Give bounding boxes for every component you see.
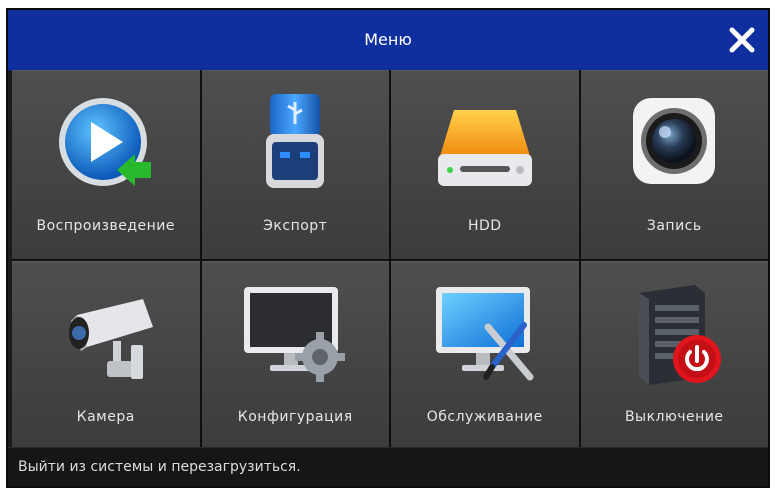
tile-export[interactable]: Экспорт <box>201 70 389 259</box>
monitor-gear-icon <box>240 281 350 391</box>
tile-label: Конфигурация <box>237 409 353 425</box>
window-title: Меню <box>364 30 412 49</box>
tile-shutdown[interactable]: Выключение <box>580 261 768 450</box>
menu-grid: Воспроизведение Экспорт HDD Запись Камер… <box>12 70 768 450</box>
tile-label: Камера <box>76 409 135 425</box>
status-text: Выйти из системы и перезагрузиться. <box>18 459 301 475</box>
record-camera-lens-icon <box>619 90 729 200</box>
hdd-icon <box>430 90 540 200</box>
title-bar: Меню <box>8 10 768 71</box>
menu-window: Меню Воспроизведение Экспорт HDD Запись … <box>6 8 770 488</box>
tile-label: Запись <box>646 218 702 234</box>
playback-icon <box>51 90 161 200</box>
tile-configuration[interactable]: Конфигурация <box>201 261 389 450</box>
tile-label: Обслуживание <box>426 409 543 425</box>
tile-label: Воспроизведение <box>36 218 176 234</box>
tile-label: HDD <box>467 218 502 234</box>
tile-label: Экспорт <box>263 218 328 234</box>
tile-hdd[interactable]: HDD <box>391 70 579 259</box>
server-power-icon <box>619 281 729 391</box>
usb-export-icon <box>240 90 350 200</box>
status-bar: Выйти из системы и перезагрузиться. <box>8 447 768 486</box>
tile-playback[interactable]: Воспроизведение <box>12 70 200 259</box>
tile-camera[interactable]: Камера <box>12 261 200 450</box>
tile-maintenance[interactable]: Обслуживание <box>391 261 579 450</box>
close-icon <box>729 27 755 53</box>
tile-record[interactable]: Запись <box>580 70 768 259</box>
close-button[interactable] <box>726 24 758 56</box>
security-camera-icon <box>51 281 161 391</box>
tile-label: Выключение <box>624 409 724 425</box>
monitor-tools-icon <box>430 281 540 391</box>
